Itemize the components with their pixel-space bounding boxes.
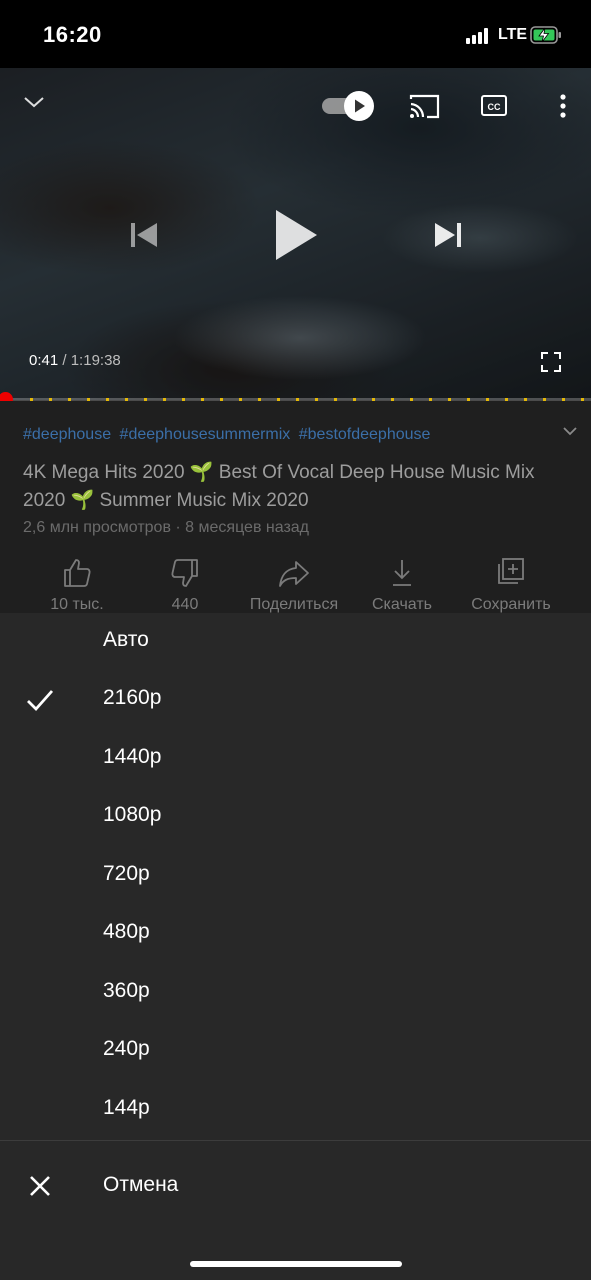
quality-option-label: 2160p <box>103 686 162 709</box>
hashtag-link[interactable]: #bestofdeephouse <box>299 426 431 443</box>
quality-option-label: 480p <box>103 920 150 943</box>
video-info: #deephouse #deephousesummermix #bestofde… <box>0 401 591 613</box>
duration: 1:19:38 <box>70 352 121 369</box>
like-button[interactable]: 10 тыс. <box>22 556 132 614</box>
svg-text:CC: CC <box>488 102 501 112</box>
action-bar: 10 тыс. 440 Поделиться Скачать Сохранить <box>0 556 591 613</box>
hashtag-link[interactable]: #deephouse <box>23 426 111 443</box>
checkmark-icon <box>27 690 54 712</box>
quality-option-label: 720p <box>103 862 150 885</box>
status-bar: 16:20 LTE <box>0 0 591 68</box>
quality-option-label: 240p <box>103 1037 150 1060</box>
save-button[interactable]: Сохранить <box>456 556 566 614</box>
video-meta: 2,6 млн просмотров · 8 месяцев назад <box>23 519 310 536</box>
home-indicator[interactable] <box>190 1261 402 1267</box>
status-time: 16:20 <box>43 22 102 47</box>
dislike-count: 440 <box>171 596 199 613</box>
save-to-playlist-icon <box>498 558 524 584</box>
quality-option-1080p[interactable]: 1080p <box>0 788 591 846</box>
divider <box>0 1140 591 1141</box>
quality-option-label: Авто <box>103 628 149 651</box>
share-button[interactable]: Поделиться <box>239 556 349 614</box>
hashtag-link[interactable]: #deephousesummermix <box>120 426 291 443</box>
minimize-chevron-icon[interactable] <box>22 94 46 110</box>
hashtags: #deephouse #deephousesummermix #bestofde… <box>23 426 434 444</box>
video-player[interactable]: CC 0:41 / 1:19:38 <box>0 68 591 400</box>
save-label: Сохранить <box>471 596 551 613</box>
captions-icon[interactable]: CC <box>480 94 508 118</box>
more-options-icon[interactable] <box>553 92 573 120</box>
download-button[interactable]: Скачать <box>347 556 457 614</box>
share-label: Поделиться <box>249 596 339 613</box>
quality-option-2160p[interactable]: 2160p <box>0 671 591 729</box>
quality-option-360p[interactable]: 360p <box>0 964 591 1022</box>
dislike-button[interactable]: 440 <box>130 556 240 614</box>
close-icon <box>30 1176 50 1196</box>
quality-option-144p[interactable]: 144p <box>0 1081 591 1139</box>
quality-option-label: 360p <box>103 979 150 1002</box>
time-separator: / <box>58 352 71 369</box>
play-icon[interactable] <box>272 208 320 262</box>
download-label: Скачать <box>372 596 432 613</box>
signal-icon <box>466 28 492 44</box>
quality-option-480p[interactable]: 480p <box>0 905 591 963</box>
video-title[interactable]: 4K Mega Hits 2020 🌱 Best Of Vocal Deep H… <box>23 459 553 515</box>
cast-icon[interactable] <box>409 92 441 120</box>
share-icon <box>279 561 309 587</box>
expand-chevron-icon[interactable] <box>562 425 578 437</box>
thumbs-up-icon <box>64 559 91 587</box>
previous-icon[interactable] <box>128 220 160 250</box>
quality-option-label: 144p <box>103 1096 150 1119</box>
fullscreen-icon[interactable] <box>540 351 562 373</box>
thumbs-down-icon <box>171 559 198 587</box>
like-count: 10 тыс. <box>50 596 104 613</box>
battery-charging-icon <box>530 26 561 44</box>
quality-option-label: 1080p <box>103 803 162 826</box>
quality-option-auto[interactable]: Авто <box>0 613 591 671</box>
cancel-button[interactable]: Отмена <box>0 1157 591 1215</box>
quality-option-240p[interactable]: 240p <box>0 1022 591 1080</box>
quality-option-label: 1440p <box>103 745 162 768</box>
next-icon[interactable] <box>432 220 464 250</box>
download-icon <box>393 560 411 586</box>
time-display: 0:41 / 1:19:38 <box>29 352 121 369</box>
autoplay-toggle[interactable] <box>322 90 376 122</box>
current-time: 0:41 <box>29 352 59 369</box>
quality-menu: Авто 2160p 1440p 1080p 720p 480p 360p 24… <box>0 613 591 1280</box>
quality-option-720p[interactable]: 720p <box>0 847 591 905</box>
network-type: LTE <box>498 26 528 43</box>
quality-option-1440p[interactable]: 1440p <box>0 730 591 788</box>
cancel-label: Отмена <box>103 1173 179 1196</box>
